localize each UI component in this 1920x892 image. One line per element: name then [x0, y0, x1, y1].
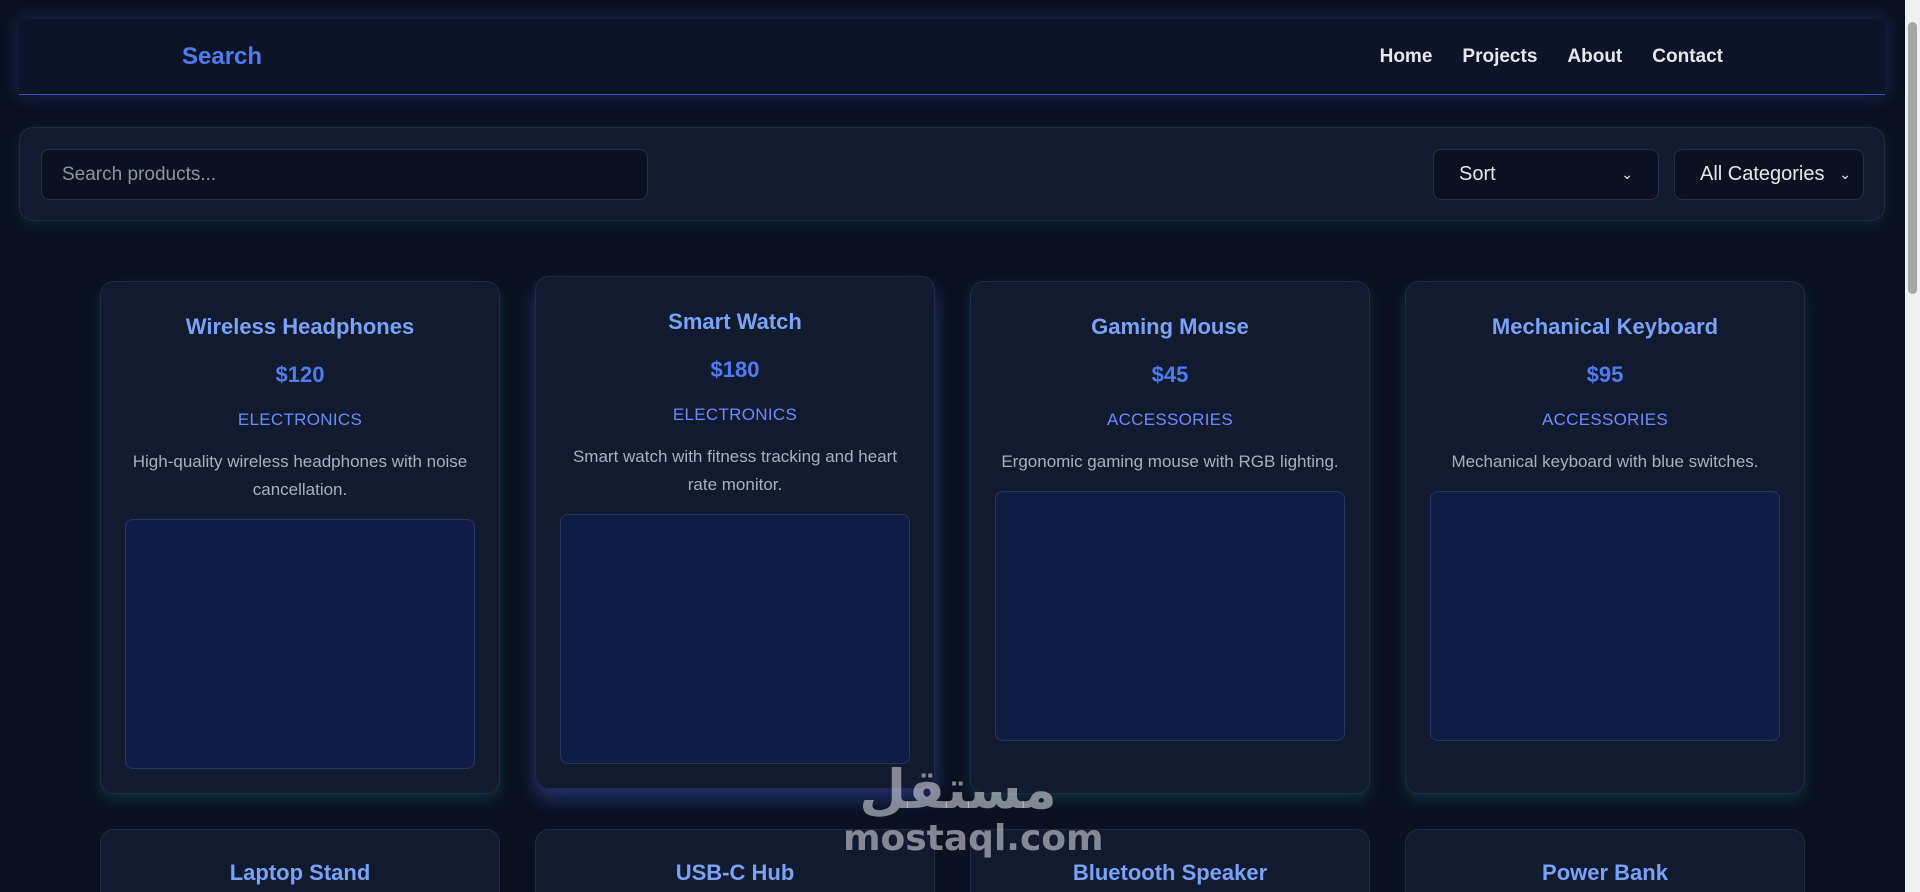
product-price: $180: [710, 357, 760, 382]
watermark-latin: mostaql.com: [843, 818, 1104, 859]
product-price: $95: [1586, 362, 1624, 387]
product-title: Laptop Stand: [229, 860, 371, 885]
product-description: Mechanical keyboard with blue switches.: [1451, 452, 1759, 471]
page: Search Home Projects About Contact Sort …: [0, 0, 1905, 892]
nav-link-projects[interactable]: Projects: [1462, 46, 1537, 68]
product-title: Smart Watch: [668, 309, 802, 334]
product-image: [995, 491, 1345, 741]
product-title: USB-C Hub: [675, 860, 795, 885]
product-title: Power Bank: [1542, 860, 1668, 885]
sort-select-value: Sort: [1459, 163, 1496, 185]
nav-link-contact[interactable]: Contact: [1652, 46, 1723, 68]
product-category: ELECTRONICS: [237, 410, 363, 429]
product-category: ELECTRONICS: [672, 405, 798, 424]
scrollbar[interactable]: [1905, 0, 1920, 892]
product-card[interactable]: Laptop Stand: [100, 829, 500, 892]
brand-logo[interactable]: Search: [182, 19, 262, 95]
product-image: [125, 519, 475, 769]
product-image: [1430, 491, 1780, 741]
product-description: Ergonomic gaming mouse with RGB lighting…: [1001, 452, 1339, 471]
product-card[interactable]: Wireless Headphones $120 ELECTRONICS Hig…: [100, 281, 500, 794]
search-input[interactable]: [41, 149, 648, 200]
product-title: Bluetooth Speaker: [1072, 860, 1268, 885]
product-description: Smart watch with fitness tracking and he…: [572, 447, 898, 494]
product-title: Gaming Mouse: [1091, 314, 1249, 339]
chevron-down-icon: ⌄: [1839, 166, 1851, 182]
product-card[interactable]: Mechanical Keyboard $95 ACCESSORIES Mech…: [1405, 281, 1805, 794]
nav-links: Home Projects About Contact: [1380, 19, 1723, 95]
product-description: High-quality wireless headphones with no…: [132, 452, 468, 499]
product-price: $45: [1151, 362, 1189, 387]
product-title: Mechanical Keyboard: [1491, 314, 1719, 339]
nav-link-home[interactable]: Home: [1380, 46, 1433, 68]
product-category: ACCESSORIES: [1541, 410, 1669, 429]
category-select-value: All Categories: [1700, 163, 1825, 185]
category-select[interactable]: All Categories ⌄: [1674, 149, 1864, 200]
watermark-arabic: مستقل: [859, 758, 1057, 821]
filter-bar: Sort ⌄ All Categories ⌄: [19, 127, 1885, 221]
scrollbar-thumb[interactable]: [1908, 22, 1917, 294]
product-title: Wireless Headphones: [185, 314, 415, 339]
product-category: ACCESSORIES: [1106, 410, 1234, 429]
product-card[interactable]: Smart Watch $180 ELECTRONICS Smart watch…: [535, 276, 935, 789]
navbar: Search Home Projects About Contact: [19, 19, 1885, 95]
chevron-down-icon: ⌄: [1621, 166, 1633, 182]
product-card[interactable]: Power Bank: [1405, 829, 1805, 892]
sort-select[interactable]: Sort ⌄: [1433, 149, 1659, 200]
product-card[interactable]: Gaming Mouse $45 ACCESSORIES Ergonomic g…: [970, 281, 1370, 794]
product-price: $120: [275, 362, 325, 387]
product-image: [560, 514, 910, 764]
watermark: مستقل mostaql.com: [843, 758, 1104, 859]
nav-link-about[interactable]: About: [1567, 46, 1622, 68]
